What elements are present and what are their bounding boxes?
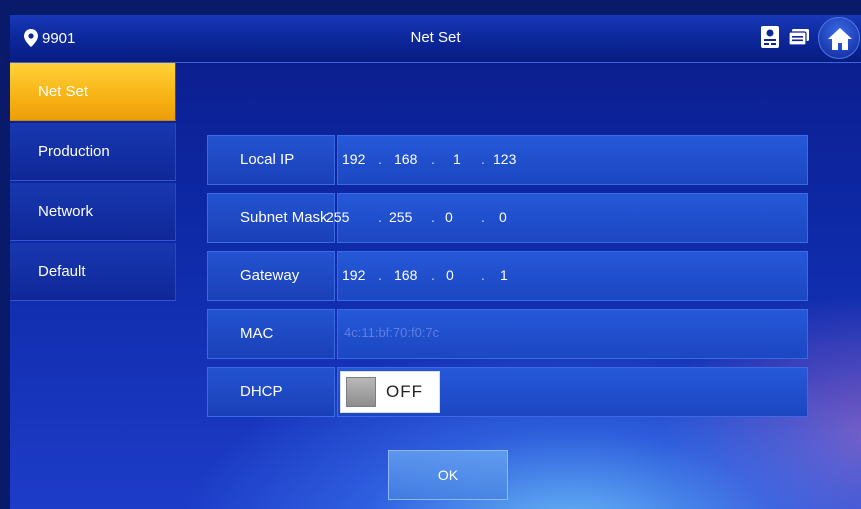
ip-dot: . [481, 209, 485, 225]
local-ip-octet-1[interactable]: 192 [342, 151, 365, 167]
home-icon [828, 28, 852, 50]
ip-dot: . [481, 151, 485, 167]
subnet-mask-octet-2[interactable]: 255 [389, 209, 412, 225]
ip-dot: . [431, 151, 435, 167]
dhcp-label: DHCP [207, 367, 335, 417]
ip-dot: . [378, 151, 382, 167]
gateway-label: Gateway [207, 251, 335, 301]
id-card-icon[interactable] [760, 25, 780, 49]
dhcp-field: OFF [337, 367, 808, 417]
ip-dot: . [431, 209, 435, 225]
ip-dot: . [481, 267, 485, 283]
message-icon[interactable] [788, 28, 810, 46]
subnet-mask-octet-1[interactable]: 255 [326, 209, 349, 225]
local-ip-field[interactable]: 192 . 168 . 1 . 123 [337, 135, 808, 185]
mac-value: 4c:11:bf:70:f0:7c [344, 325, 440, 340]
mac-row: MAC 4c:11:bf:70:f0:7c [207, 309, 808, 359]
dhcp-state-label: OFF [386, 382, 423, 401]
subnet-mask-field[interactable]: 255 . 255 . 0 . 0 [326, 193, 808, 243]
sidebar-item-production[interactable]: Production [10, 123, 176, 181]
ip-dot: . [378, 209, 382, 225]
intercom-screen: 9901 Net Set Net Set Production Network … [10, 15, 861, 509]
ip-dot: . [378, 267, 382, 283]
page-title: Net Set [410, 29, 461, 46]
sidebar: Net Set Production Network Default [10, 63, 176, 509]
gateway-row: Gateway 192 . 168 . 0 . 1 [207, 251, 808, 301]
gateway-octet-2[interactable]: 168 [394, 267, 417, 283]
subnet-mask-row: Subnet Mask 255 . 255 . 0 . 0 [207, 193, 808, 243]
local-ip-row: Local IP 192 . 168 . 1 . 123 [207, 135, 808, 185]
local-ip-octet-3[interactable]: 1 [453, 151, 461, 167]
gateway-octet-1[interactable]: 192 [342, 267, 365, 283]
subnet-mask-label: Subnet Mask [207, 193, 335, 243]
dhcp-toggle[interactable]: OFF [340, 371, 440, 413]
local-ip-octet-4[interactable]: 123 [493, 151, 516, 167]
gateway-octet-3[interactable]: 0 [446, 267, 454, 283]
sidebar-item-network[interactable]: Network [10, 183, 176, 241]
local-ip-label: Local IP [207, 135, 335, 185]
gateway-octet-4[interactable]: 1 [500, 267, 508, 283]
top-bar: 9901 Net Set [10, 15, 861, 63]
home-button[interactable] [818, 17, 860, 59]
mac-field: 4c:11:bf:70:f0:7c [337, 309, 808, 359]
subnet-mask-octet-4[interactable]: 0 [499, 209, 507, 225]
toggle-knob [346, 377, 376, 407]
local-ip-octet-2[interactable]: 168 [394, 151, 417, 167]
sidebar-item-net-set[interactable]: Net Set [10, 63, 176, 121]
ip-dot: . [431, 267, 435, 283]
mac-label: MAC [207, 309, 335, 359]
sidebar-item-default[interactable]: Default [10, 243, 176, 301]
gateway-field[interactable]: 192 . 168 . 0 . 1 [337, 251, 808, 301]
ok-button[interactable]: OK [388, 450, 508, 500]
dhcp-row: DHCP OFF [207, 367, 808, 417]
subnet-mask-octet-3[interactable]: 0 [445, 209, 453, 225]
